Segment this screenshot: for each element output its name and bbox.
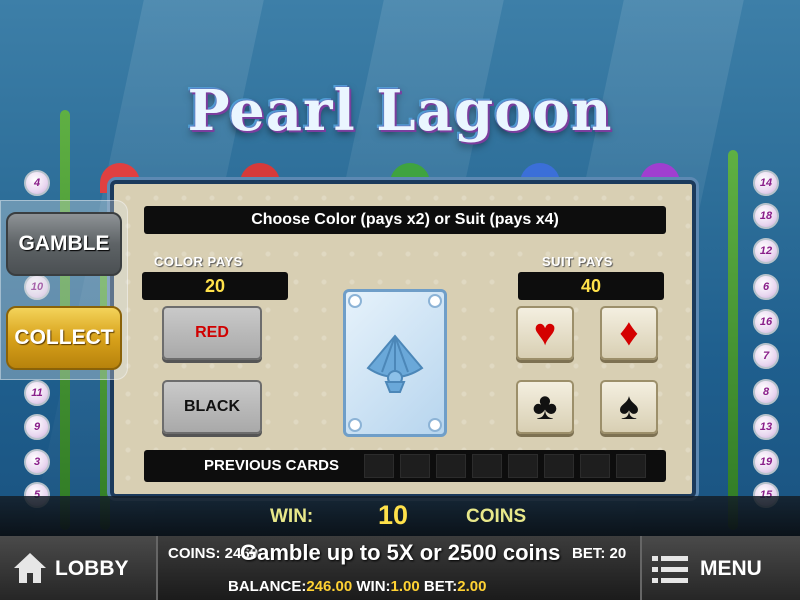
color-pays-label: COLOR PAYS <box>154 254 243 269</box>
payline-badge: 9 <box>24 414 50 440</box>
previous-card-slot <box>364 454 394 478</box>
payline-badge: 19 <box>753 449 779 475</box>
previous-card-slot <box>436 454 466 478</box>
hearts-button[interactable]: ♥ <box>516 306 574 360</box>
bet-info: BET: 20 <box>572 545 626 562</box>
balance-value: 246.00 <box>306 578 353 595</box>
game-logo: Pearl Lagoon <box>187 78 613 144</box>
diamonds-button[interactable]: ♦ <box>600 306 658 360</box>
bet-amount-label: BET: <box>423 578 458 595</box>
card-corner <box>348 418 362 432</box>
bet-amount-value: 2.00 <box>457 578 487 595</box>
suit-pays-label: SUIT PAYS <box>542 254 613 269</box>
gamble-panel: Choose Color (pays x2) or Suit (pays x4)… <box>110 180 696 498</box>
payline-badge: 13 <box>753 414 779 440</box>
lobby-label: LOBBY <box>55 557 129 580</box>
bet-value: 20 <box>609 545 627 562</box>
payline-badge: 6 <box>753 274 779 300</box>
menu-icon <box>652 556 688 583</box>
previous-card-slot <box>400 454 430 478</box>
payline-badge: 3 <box>24 449 50 475</box>
payline-badge: 11 <box>24 380 50 406</box>
win-label: WIN: <box>270 506 314 527</box>
balance-label: BALANCE: <box>228 578 307 595</box>
suit-pays-value: 40 <box>518 272 664 300</box>
collect-button[interactable]: COLLECT <box>6 306 122 370</box>
gamble-instruction: Choose Color (pays x2) or Suit (pays x4) <box>144 206 666 234</box>
previous-card-slot <box>580 454 610 478</box>
win-amount: 10 <box>378 500 409 530</box>
previous-cards-strip: PREVIOUS CARDS <box>144 450 666 482</box>
payline-badge: 12 <box>753 238 779 264</box>
payline-badge: 8 <box>753 379 779 405</box>
round-win-label: WIN: <box>356 578 391 595</box>
gamble-button[interactable]: GAMBLE <box>6 212 122 276</box>
menu-label: MENU <box>700 557 762 580</box>
lobby-button[interactable]: LOBBY <box>0 536 158 600</box>
round-win-value: 1.00 <box>390 578 420 595</box>
face-down-card <box>343 289 447 437</box>
payline-badge: 4 <box>24 170 50 196</box>
black-button[interactable]: BLACK <box>162 380 262 434</box>
payline-badge: 18 <box>753 203 779 229</box>
card-corner <box>428 418 442 432</box>
win-unit: COINS <box>466 506 527 527</box>
previous-cards-label: PREVIOUS CARDS <box>204 457 340 474</box>
previous-card-slot <box>508 454 538 478</box>
menu-button[interactable]: MENU <box>640 536 800 600</box>
clubs-button[interactable]: ♣ <box>516 380 574 434</box>
payline-badge: 16 <box>753 309 779 335</box>
payline-badge: 14 <box>753 170 779 196</box>
previous-card-slot <box>616 454 646 478</box>
red-button[interactable]: RED <box>162 306 262 360</box>
card-corner <box>348 294 362 308</box>
balance-info: BALANCE:246.00 WIN:1.00 BET:2.00 <box>228 578 486 595</box>
seaweed <box>728 150 738 530</box>
previous-card-slot <box>544 454 574 478</box>
spades-button[interactable]: ♠ <box>600 380 658 434</box>
previous-card-slot <box>472 454 502 478</box>
bet-label: BET: <box>572 545 606 562</box>
shell-icon <box>366 334 424 393</box>
color-pays-value: 20 <box>142 272 288 300</box>
promo-message: Gamble up to 5X or 2500 coins <box>240 540 561 565</box>
payline-badge: 7 <box>753 343 779 369</box>
home-icon <box>14 553 46 583</box>
coins-label: COINS: <box>168 545 221 562</box>
card-corner <box>428 294 442 308</box>
